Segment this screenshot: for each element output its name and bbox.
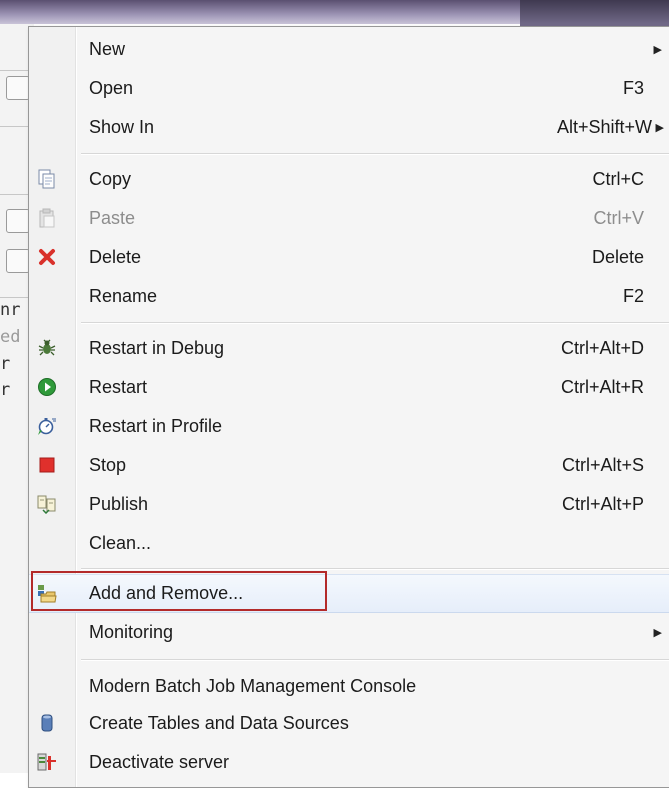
menu-item-create-tables-and-data-sources[interactable]: Create Tables and Data Sources (29, 704, 669, 743)
restart-play-icon (37, 377, 57, 397)
menu-item-shortcut: F2 (622, 286, 644, 306)
background-button-fragment (6, 249, 30, 273)
background-button-fragment (6, 209, 30, 233)
menu-item-paste[interactable]: Paste Ctrl+V (29, 199, 669, 238)
menu-item-label: Clean... (89, 533, 152, 553)
menu-item-monitoring[interactable]: Monitoring ▶ (29, 613, 669, 652)
menu-item-restart-in-profile[interactable]: Restart in Profile (29, 407, 669, 446)
menu-separator (81, 322, 669, 324)
background-text-fragment: r (0, 380, 11, 400)
menu-item-copy[interactable]: Copy Ctrl+C (29, 160, 669, 199)
menu-item-shortcut: Alt+Shift+W (556, 117, 652, 137)
menu-item-rename[interactable]: Rename F2 (29, 277, 669, 316)
menu-separator (81, 153, 669, 155)
menu-item-shortcut: F3 (622, 78, 644, 98)
menu-item-stop[interactable]: Stop Ctrl+Alt+S (29, 446, 669, 485)
profile-stopwatch-icon (37, 416, 57, 436)
submenu-arrow-icon: ▶ (655, 122, 664, 134)
menu-item-label: Paste (89, 208, 136, 228)
menu-item-label: Modern Batch Job Management Console (89, 676, 417, 696)
menu-item-label: Restart in Debug (89, 338, 225, 358)
stop-icon (37, 455, 57, 475)
menu-item-shortcut: Ctrl+C (592, 169, 644, 189)
menu-item-label: Show In (89, 117, 155, 137)
debug-bug-icon (37, 338, 57, 358)
menu-item-label: Stop (89, 455, 127, 475)
menu-item-publish[interactable]: Publish Ctrl+Alt+P (29, 485, 669, 524)
menu-item-new[interactable]: New ▶ (29, 30, 669, 69)
background-text-fragment: r (0, 354, 11, 374)
menu-item-label: Open (89, 78, 134, 98)
deactivate-server-icon (37, 752, 57, 772)
menu-item-shortcut: Ctrl+Alt+R (560, 377, 644, 397)
database-icon (37, 713, 57, 733)
menu-item-label: Deactivate server (89, 752, 230, 772)
delete-icon (37, 247, 57, 267)
menu-item-show-in[interactable]: Show In Alt+Shift+W ▶ (29, 108, 669, 147)
menu-item-label: Publish (89, 494, 149, 514)
highlight-annotation-box (31, 571, 327, 611)
submenu-arrow-icon: ▶ (653, 44, 662, 56)
menu-item-clean[interactable]: Clean... (29, 524, 669, 563)
copy-icon (37, 169, 57, 189)
publish-icon (37, 494, 57, 514)
menu-separator (81, 659, 669, 661)
menu-item-shortcut: Ctrl+V (593, 208, 644, 228)
menu-item-label: Create Tables and Data Sources (89, 713, 349, 733)
menu-item-delete[interactable]: Delete Delete (29, 238, 669, 277)
menu-item-label: Monitoring (89, 622, 174, 642)
menu-item-open[interactable]: Open F3 (29, 69, 669, 108)
menu-separator (81, 568, 669, 570)
paste-icon (37, 208, 57, 228)
menu-item-label: Restart (89, 377, 148, 397)
menu-item-modern-batch-job-management-console[interactable]: Modern Batch Job Management Console (29, 667, 669, 706)
background-text-fragment: nr (0, 300, 21, 320)
context-menu: New ▶ Open F3 Show In Alt+Shift+W ▶ Copy… (28, 26, 669, 788)
menu-item-shortcut: Ctrl+Alt+D (560, 338, 644, 358)
menu-item-label: Rename (89, 286, 158, 306)
menu-item-label: Copy (89, 169, 132, 189)
background-text-fragment: ed (0, 327, 21, 347)
menu-item-shortcut: Ctrl+Alt+P (561, 494, 644, 514)
background-button-fragment (6, 76, 30, 100)
menu-item-label: New (89, 39, 126, 59)
menu-item-label: Restart in Profile (89, 416, 223, 436)
menu-item-restart-in-debug[interactable]: Restart in Debug Ctrl+Alt+D (29, 329, 669, 368)
menu-item-deactivate-server[interactable]: Deactivate server (29, 743, 669, 782)
menu-item-restart[interactable]: Restart Ctrl+Alt+R (29, 368, 669, 407)
menu-item-shortcut: Delete (591, 247, 644, 267)
menu-item-shortcut: Ctrl+Alt+S (561, 455, 644, 475)
submenu-arrow-icon: ▶ (653, 627, 662, 639)
menu-item-label: Delete (89, 247, 142, 267)
